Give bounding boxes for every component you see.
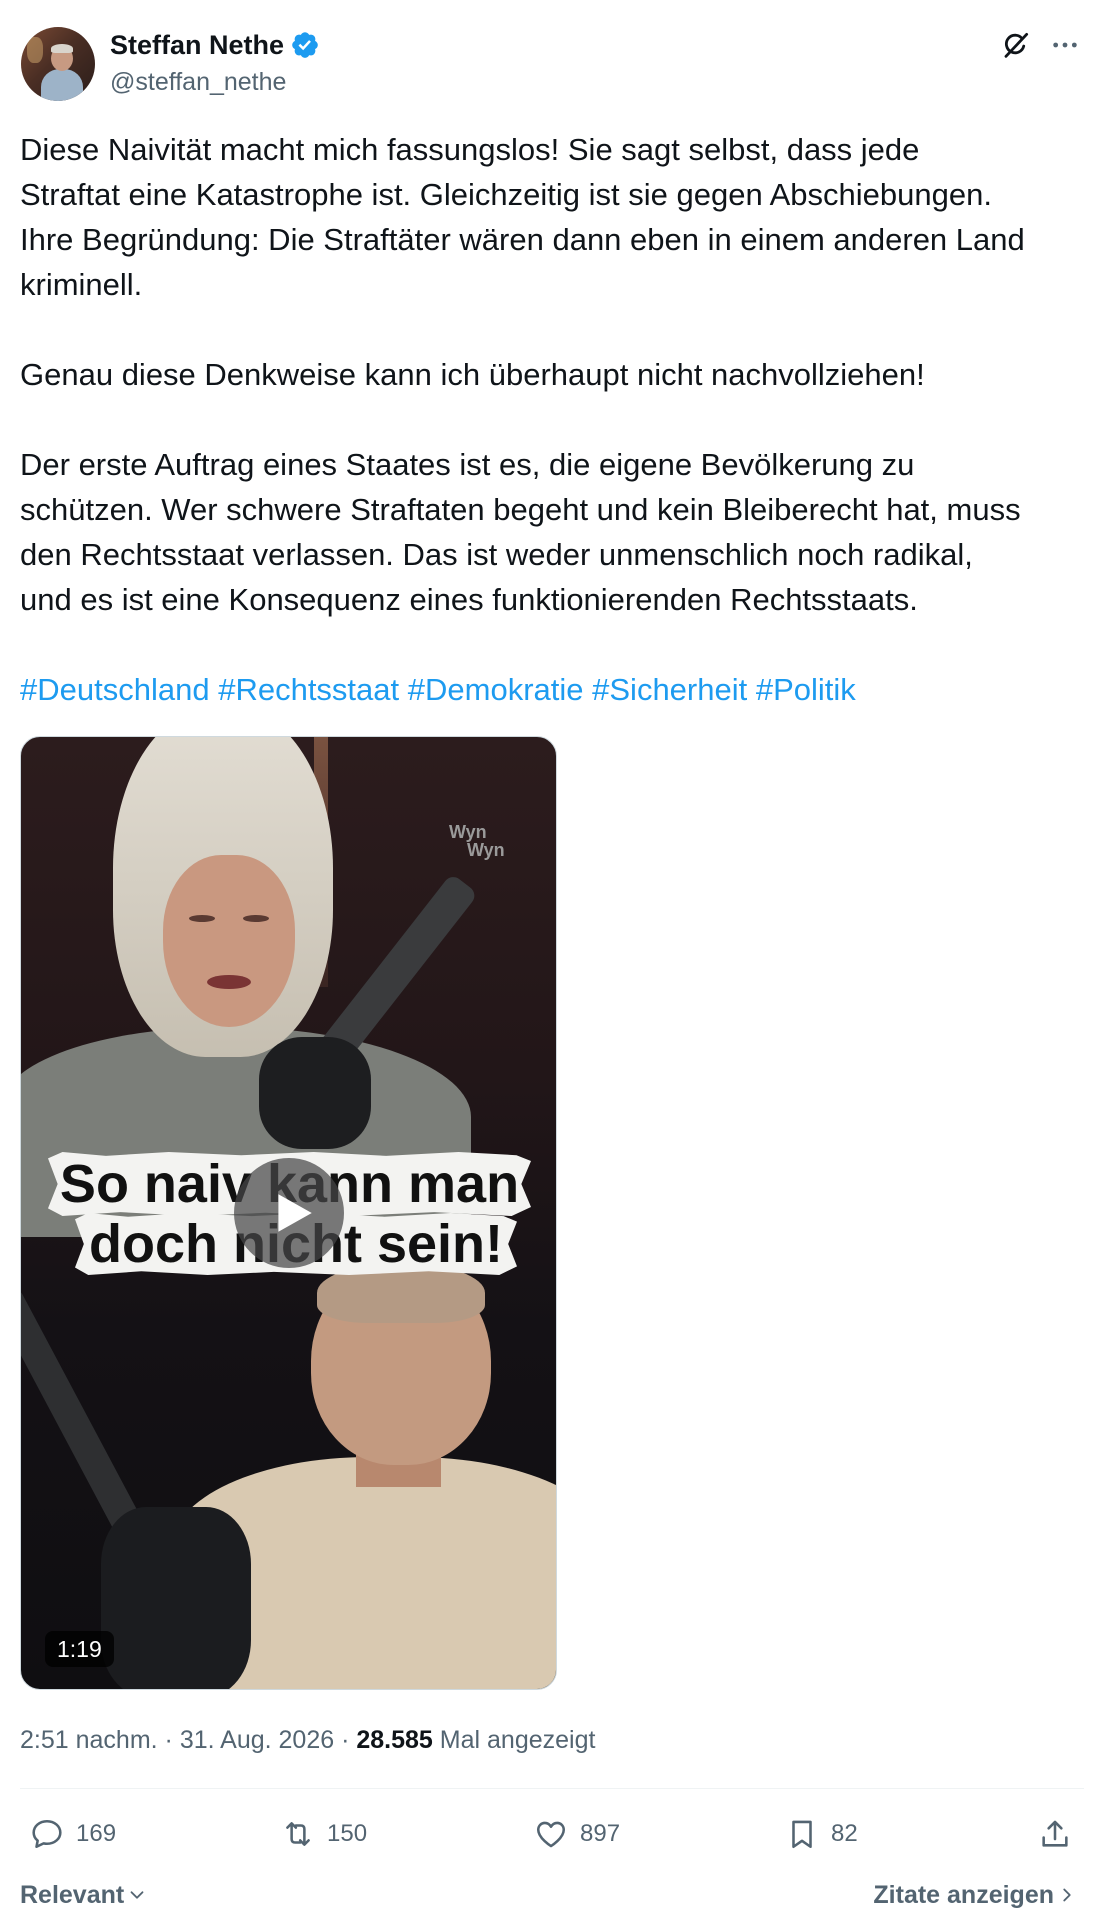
more-icon[interactable]	[1049, 29, 1081, 61]
hashtag-list: #Deutschland #Rechtsstaat #Demokratie #S…	[20, 667, 1025, 712]
tweet-paragraph: Der erste Auftrag eines Staates ist es, …	[20, 442, 1025, 622]
hashtag-link[interactable]: #Deutschland	[20, 672, 210, 707]
grok-icon[interactable]	[1000, 29, 1032, 61]
like-count: 897	[580, 1820, 621, 1847]
reply-sort-dropdown[interactable]: Relevant	[20, 1877, 148, 1913]
video-scene-woman-face	[163, 855, 295, 1027]
play-icon	[278, 1194, 312, 1232]
tweet-line: Diese Naivität macht mich fassungslos! S…	[20, 132, 920, 167]
view-count-label: Mal angezeigt	[439, 1726, 596, 1754]
tweet-line: Straftat eine Katastrophe ist. Gleichzei…	[20, 177, 992, 212]
reply-button[interactable]: 169	[30, 1814, 116, 1854]
video-scene-woman-eye	[243, 915, 269, 922]
video-watermark: Wyn Wyn	[449, 823, 505, 859]
share-icon	[1042, 1820, 1068, 1847]
video-player[interactable]: Wyn Wyn So naiv kann man doch nicht sein…	[20, 736, 557, 1690]
reply-icon	[32, 1819, 62, 1849]
bookmark-icon	[792, 1820, 812, 1849]
meta-separator: ·	[341, 1726, 350, 1754]
view-quotes-label: Zitate anzeigen	[873, 1880, 1054, 1909]
reply-sort-label: Relevant	[20, 1880, 125, 1909]
author-handle[interactable]: @steffan_nethe	[110, 66, 286, 98]
avatar-photo-lamp	[27, 37, 43, 63]
play-button[interactable]	[234, 1158, 344, 1268]
video-duration: 1:19	[45, 1631, 114, 1667]
repost-icon	[286, 1822, 310, 1846]
author-name[interactable]: Steffan Nethe	[110, 28, 284, 62]
tweet-paragraph: Genau diese Denkweise kann ich überhaupt…	[20, 352, 1025, 397]
video-scene-woman-mouth	[207, 975, 251, 989]
tweet-line: den Rechtsstaat verlassen. Das ist weder…	[20, 537, 973, 572]
author-name-row[interactable]: Steffan Nethe	[110, 28, 320, 62]
bookmark-button[interactable]: 82	[785, 1814, 858, 1854]
tweet-paragraph: Diese Naivität macht mich fassungslos! S…	[20, 127, 1025, 307]
tweet-line: kriminell.	[20, 267, 143, 302]
heart-icon	[536, 1821, 566, 1848]
divider	[20, 1788, 1084, 1789]
tweet-meta: 2:51 nachm. · 31. Aug. 2026 · 28.585 Mal…	[20, 1722, 595, 1758]
chevron-down-icon	[130, 1891, 144, 1899]
video-scene-microphone	[101, 1507, 251, 1689]
repost-count: 150	[327, 1820, 368, 1847]
video-scene-microphone	[259, 1037, 371, 1149]
like-button[interactable]: 897	[534, 1814, 620, 1854]
reply-count: 169	[76, 1820, 117, 1847]
repost-button[interactable]: 150	[281, 1814, 367, 1854]
watermark-line: Wyn	[467, 840, 505, 860]
hashtag-link[interactable]: #Sicherheit	[592, 672, 747, 707]
tweet-line: und es ist eine Konsequenz eines funktio…	[20, 582, 918, 617]
tweet-line: Genau diese Denkweise kann ich überhaupt…	[20, 357, 925, 392]
share-button[interactable]	[1038, 1814, 1072, 1854]
avatar-photo-body	[41, 69, 83, 101]
hashtag-link[interactable]: #Demokratie	[408, 672, 584, 707]
watermark-line: Wyn	[449, 822, 487, 842]
view-count: 28.585	[356, 1726, 433, 1754]
tweet-time[interactable]: 2:51 nachm.	[20, 1726, 158, 1754]
avatar[interactable]	[21, 27, 95, 101]
hashtag-link[interactable]: #Politik	[756, 672, 856, 707]
view-quotes-link[interactable]: Zitate anzeigen	[873, 1877, 1078, 1913]
tweet-date[interactable]: 31. Aug. 2026	[180, 1726, 334, 1754]
chevron-right-icon	[1063, 1888, 1071, 1902]
tweet-line: Ihre Begründung: Die Straftäter wären da…	[20, 222, 1025, 257]
tweet-text: Diese Naivität macht mich fassungslos! S…	[20, 127, 1025, 712]
meta-separator: ·	[164, 1726, 173, 1754]
tweet-line: schützen. Wer schwere Straftaten begeht …	[20, 492, 1021, 527]
hashtag-link[interactable]: #Rechtsstaat	[218, 672, 399, 707]
video-scene-woman-eye	[189, 915, 215, 922]
avatar-photo-hair	[51, 44, 73, 53]
verified-badge-icon	[290, 30, 320, 60]
tweet-line: Der erste Auftrag eines Staates ist es, …	[20, 447, 915, 482]
bookmark-count: 82	[831, 1820, 858, 1847]
